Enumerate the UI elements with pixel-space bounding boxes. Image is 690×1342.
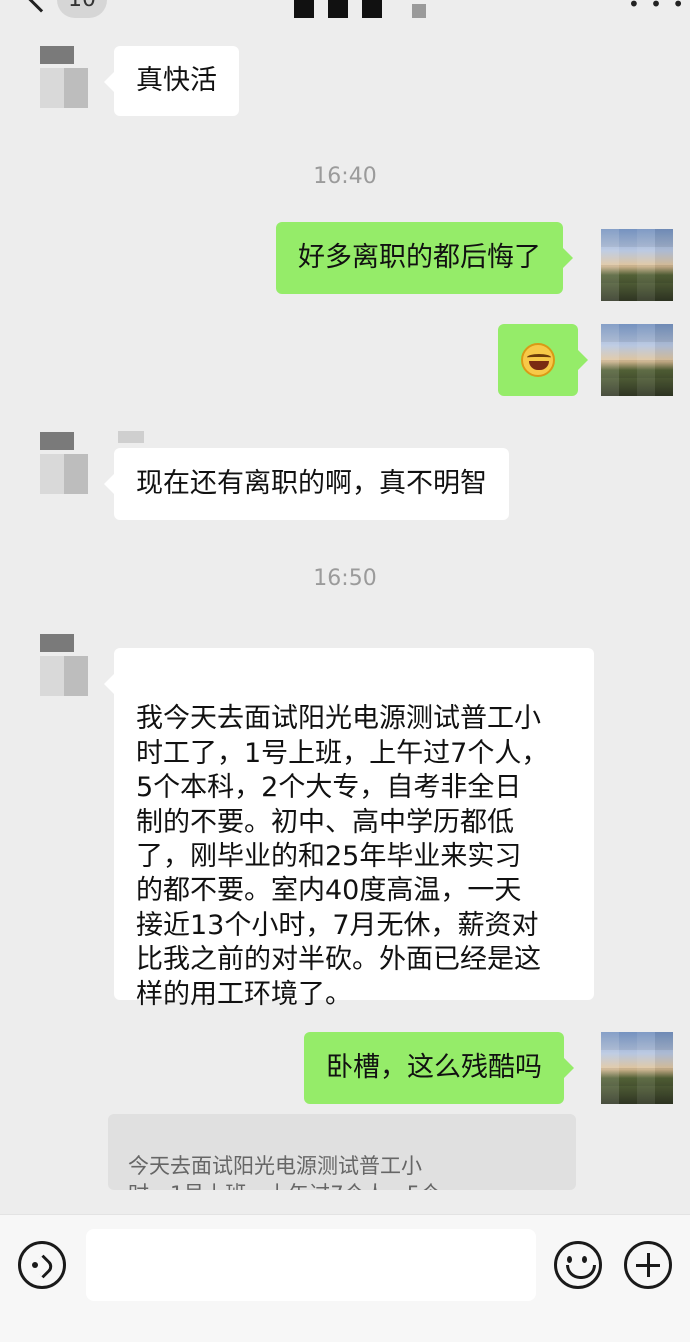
chat-title-mosaic: [294, 0, 390, 18]
crying-laughing-face-emoji-icon: [521, 343, 555, 377]
message-text: 现在还有离职的啊，真不明智: [136, 468, 487, 499]
message-bubble-left[interactable]: 现在还有离职的啊，真不明智: [104, 448, 509, 520]
top-bar: 10 • • •: [0, 0, 690, 30]
message-bubble-right[interactable]: 卧槽，这么残酷吗: [304, 1032, 574, 1104]
self-avatar[interactable]: [601, 1032, 673, 1104]
message-text: 好多离职的都后悔了: [298, 242, 541, 273]
quote-text: 今天去面试阳光电源测试普工小 时，1号上班，上午过7个人，5个...: [128, 1154, 461, 1190]
plus-icon[interactable]: [624, 1241, 672, 1289]
input-bar: [0, 1214, 690, 1342]
contact-avatar[interactable]: [32, 628, 104, 700]
emoji-icon[interactable]: [554, 1241, 602, 1289]
unread-count-badge[interactable]: 10: [57, 0, 107, 18]
self-avatar[interactable]: [601, 229, 673, 301]
back-chevron-icon[interactable]: [25, 0, 57, 13]
message-bubble-left[interactable]: 真快活: [104, 46, 239, 116]
message-bubble-left[interactable]: 我今天去面试阳光电源测试普工小 时工了，1号上班，上午过7个人， 5个本科，2个…: [104, 648, 594, 1010]
chat-title-mosaic-dot: [412, 4, 426, 18]
message-timestamp: 16:50: [313, 566, 377, 591]
message-text: 我今天去面试阳光电源测试普工小 时工了，1号上班，上午过7个人， 5个本科，2个…: [136, 703, 549, 1010]
message-text: 真快活: [136, 65, 217, 96]
more-dots-icon[interactable]: • • •: [628, 0, 686, 16]
message-timestamp: 16:40: [313, 164, 377, 189]
self-avatar[interactable]: [601, 324, 673, 396]
contact-avatar[interactable]: [32, 40, 104, 112]
quoted-message-preview[interactable]: 今天去面试阳光电源测试普工小 时，1号上班，上午过7个人，5个...: [108, 1114, 576, 1190]
nickname-mosaic: [118, 431, 144, 443]
message-bubble-right[interactable]: 好多离职的都后悔了: [276, 222, 573, 294]
message-bubble-right[interactable]: [498, 324, 588, 396]
message-input[interactable]: [86, 1229, 536, 1301]
voice-icon[interactable]: [18, 1241, 66, 1289]
contact-avatar[interactable]: [32, 426, 104, 498]
message-text: 卧槽，这么残酷吗: [326, 1052, 542, 1083]
